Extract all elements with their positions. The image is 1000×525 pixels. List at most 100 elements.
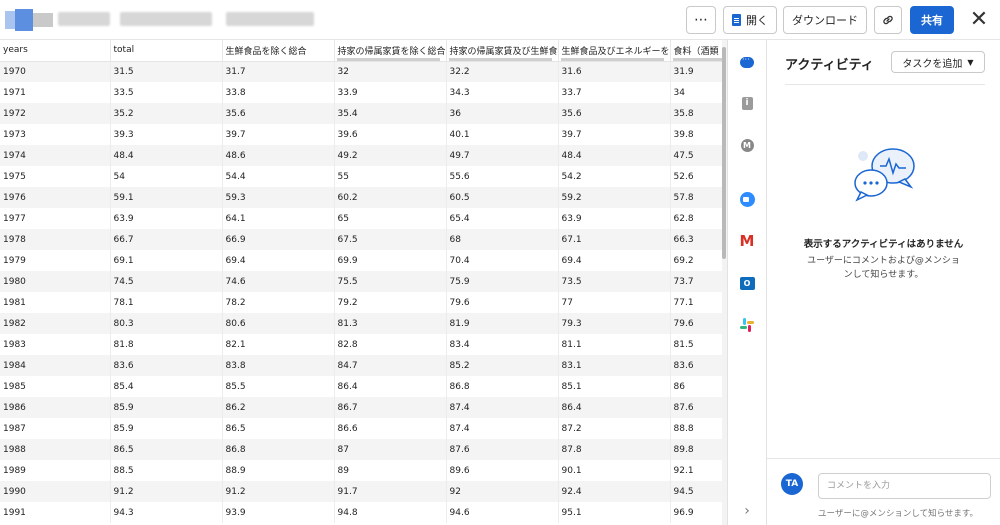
table-cell[interactable]: 81.3 xyxy=(334,313,447,334)
year-cell[interactable]: 1973 xyxy=(0,124,111,145)
table-cell[interactable]: 35.6 xyxy=(558,103,671,124)
column-header[interactable]: 食料（酒類 xyxy=(670,40,727,62)
table-cell[interactable]: 31.5 xyxy=(110,61,223,82)
table-cell[interactable]: 63.9 xyxy=(558,208,671,229)
table-cell[interactable]: 48.6 xyxy=(222,145,335,166)
table-cell[interactable]: 87.6 xyxy=(446,439,559,460)
column-header[interactable]: total xyxy=(110,40,223,62)
table-cell[interactable]: 87.4 xyxy=(446,418,559,439)
table-cell[interactable]: 83.6 xyxy=(670,355,727,376)
table-cell[interactable]: 83.8 xyxy=(222,355,335,376)
column-header[interactable]: 生鮮食品を除く総合 xyxy=(222,40,335,62)
table-cell[interactable]: 35.2 xyxy=(110,103,223,124)
table-cell[interactable]: 39.8 xyxy=(670,124,727,145)
table-cell[interactable]: 81.1 xyxy=(558,334,671,355)
table-cell[interactable]: 81.9 xyxy=(446,313,559,334)
table-cell[interactable]: 85.4 xyxy=(110,376,223,397)
year-cell[interactable]: 1991 xyxy=(0,502,111,523)
column-header[interactable]: 持家の帰属家賃及び生鮮食品を除く総合 xyxy=(446,40,559,62)
table-cell[interactable]: 33.9 xyxy=(334,82,447,103)
table-cell[interactable]: 86.5 xyxy=(222,418,335,439)
table-cell[interactable]: 55 xyxy=(334,166,447,187)
table-cell[interactable]: 84.7 xyxy=(334,355,447,376)
table-cell[interactable]: 47.5 xyxy=(670,145,727,166)
table-cell[interactable]: 48.4 xyxy=(558,145,671,166)
table-cell[interactable]: 57.8 xyxy=(670,187,727,208)
table-cell[interactable]: 69.2 xyxy=(670,250,727,271)
table-cell[interactable]: 81.8 xyxy=(110,334,223,355)
table-cell[interactable]: 86.6 xyxy=(334,418,447,439)
table-cell[interactable]: 39.6 xyxy=(334,124,447,145)
table-cell[interactable]: 59.3 xyxy=(222,187,335,208)
year-cell[interactable]: 1972 xyxy=(0,103,111,124)
add-task-button[interactable]: タスクを追加 ▼ xyxy=(891,51,985,73)
table-cell[interactable]: 74.5 xyxy=(110,271,223,292)
table-cell[interactable]: 96.9 xyxy=(670,502,727,523)
table-cell[interactable]: 91.2 xyxy=(222,481,335,502)
table-cell[interactable]: 32.2 xyxy=(446,61,559,82)
table-cell[interactable]: 33.5 xyxy=(110,82,223,103)
year-cell[interactable]: 1981 xyxy=(0,292,111,313)
table-cell[interactable]: 85.9 xyxy=(110,418,223,439)
table-cell[interactable]: 94.6 xyxy=(446,502,559,523)
scrollbar-thumb[interactable] xyxy=(722,47,726,259)
column-header[interactable]: 持家の帰属家賃を除く総合 xyxy=(334,40,447,62)
info-icon[interactable]: i xyxy=(738,94,756,112)
table-cell[interactable]: 78.1 xyxy=(110,292,223,313)
table-cell[interactable]: 80.3 xyxy=(110,313,223,334)
table-cell[interactable]: 94.5 xyxy=(670,481,727,502)
table-cell[interactable]: 59.1 xyxy=(110,187,223,208)
table-cell[interactable]: 89.8 xyxy=(670,439,727,460)
table-cell[interactable]: 75.9 xyxy=(446,271,559,292)
table-cell[interactable]: 87.2 xyxy=(558,418,671,439)
table-cell[interactable]: 69.1 xyxy=(110,250,223,271)
table-cell[interactable]: 85.9 xyxy=(110,397,223,418)
year-cell[interactable]: 1979 xyxy=(0,250,111,271)
table-cell[interactable]: 35.4 xyxy=(334,103,447,124)
share-button[interactable]: 共有 xyxy=(910,6,954,34)
year-cell[interactable]: 1983 xyxy=(0,334,111,355)
table-cell[interactable]: 67.1 xyxy=(558,229,671,250)
m-icon[interactable]: M xyxy=(738,136,756,154)
table-cell[interactable]: 92.4 xyxy=(558,481,671,502)
table-cell[interactable]: 79.6 xyxy=(670,313,727,334)
table-cell[interactable]: 88.8 xyxy=(670,418,727,439)
table-cell[interactable]: 69.4 xyxy=(222,250,335,271)
table-cell[interactable]: 63.9 xyxy=(110,208,223,229)
table-cell[interactable]: 86 xyxy=(670,376,727,397)
comment-input[interactable] xyxy=(818,473,991,499)
table-cell[interactable]: 31.9 xyxy=(670,61,727,82)
link-button[interactable] xyxy=(874,6,902,34)
table-cell[interactable]: 94.8 xyxy=(334,502,447,523)
table-cell[interactable]: 79.3 xyxy=(558,313,671,334)
table-cell[interactable]: 74.6 xyxy=(222,271,335,292)
table-cell[interactable]: 79.6 xyxy=(446,292,559,313)
table-cell[interactable]: 95.1 xyxy=(558,502,671,523)
table-cell[interactable]: 32 xyxy=(334,61,447,82)
table-cell[interactable]: 85.2 xyxy=(446,355,559,376)
gmail-icon[interactable]: M xyxy=(738,232,756,250)
table-cell[interactable]: 73.5 xyxy=(558,271,671,292)
year-cell[interactable]: 1990 xyxy=(0,481,111,502)
table-cell[interactable]: 69.9 xyxy=(334,250,447,271)
year-cell[interactable]: 1974 xyxy=(0,145,111,166)
table-cell[interactable]: 65.4 xyxy=(446,208,559,229)
table-cell[interactable]: 86.7 xyxy=(334,397,447,418)
table-cell[interactable]: 88.9 xyxy=(222,460,335,481)
column-header[interactable]: 生鮮食品及びエネルギーを除く総合 xyxy=(558,40,671,62)
table-cell[interactable]: 86.5 xyxy=(110,439,223,460)
column-header[interactable]: years xyxy=(0,40,111,62)
more-button[interactable]: ⋯ xyxy=(686,6,716,34)
table-cell[interactable]: 35.8 xyxy=(670,103,727,124)
year-cell[interactable]: 1987 xyxy=(0,418,111,439)
table-cell[interactable]: 34.3 xyxy=(446,82,559,103)
table-cell[interactable]: 93.9 xyxy=(222,502,335,523)
table-cell[interactable]: 88.5 xyxy=(110,460,223,481)
table-cell[interactable]: 80.6 xyxy=(222,313,335,334)
table-cell[interactable]: 87 xyxy=(334,439,447,460)
table-cell[interactable]: 91.2 xyxy=(110,481,223,502)
table-cell[interactable]: 40.1 xyxy=(446,124,559,145)
year-cell[interactable]: 1982 xyxy=(0,313,111,334)
table-cell[interactable]: 54.4 xyxy=(222,166,335,187)
table-cell[interactable]: 67.5 xyxy=(334,229,447,250)
